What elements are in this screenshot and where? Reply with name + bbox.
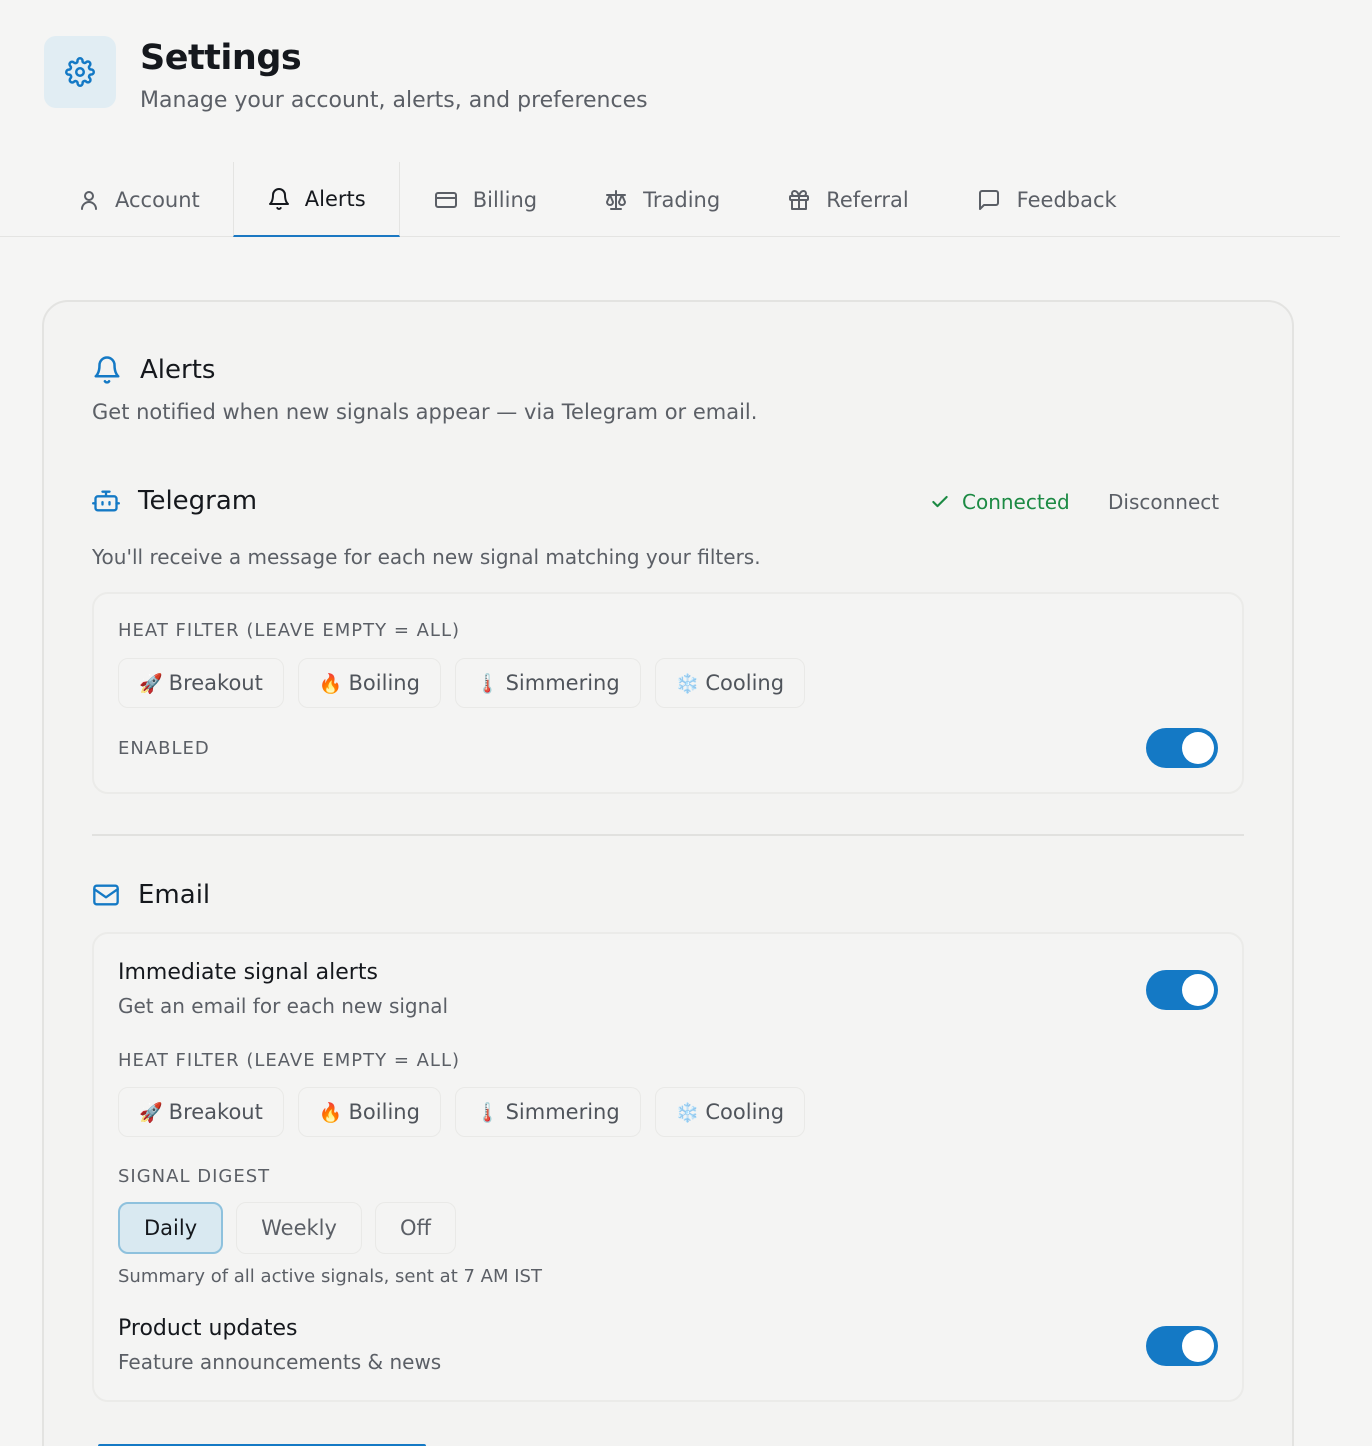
connected-status: Connected — [930, 490, 1070, 514]
tab-label: Billing — [472, 187, 538, 212]
page-title: Settings — [140, 38, 302, 78]
email-heading: Email — [92, 880, 210, 910]
snowflake-icon: ❄️ — [675, 672, 700, 695]
digest-weekly-button[interactable]: Weekly — [236, 1202, 362, 1254]
tab-billing[interactable]: Billing — [400, 162, 570, 237]
connected-label: Connected — [962, 490, 1070, 514]
bell-icon — [268, 187, 289, 210]
chip-simmering[interactable]: 🌡️ Simmering — [454, 1087, 641, 1137]
chip-label: Boiling — [348, 671, 420, 695]
telegram-title: Telegram — [138, 486, 258, 516]
alerts-description: Get notified when new signals appear — v… — [92, 400, 758, 424]
telegram-enabled-toggle[interactable] — [1146, 728, 1218, 768]
digest-note: Summary of all active signals, sent at 7… — [118, 1266, 542, 1287]
section-divider — [92, 834, 1244, 836]
alerts-card: Alerts Get notified when new signals app… — [42, 300, 1294, 1446]
product-updates-sub: Feature announcements & news — [118, 1350, 442, 1374]
thermometer-icon: 🌡️ — [475, 1101, 500, 1124]
digest-daily-button[interactable]: Daily — [118, 1202, 224, 1254]
telegram-description: You'll receive a message for each new si… — [92, 545, 761, 569]
email-title: Email — [138, 880, 211, 910]
immediate-alerts-sub: Get an email for each new signal — [118, 994, 449, 1018]
chip-breakout[interactable]: 🚀 Breakout — [118, 1087, 284, 1137]
chip-breakout[interactable]: 🚀 Breakout — [118, 658, 284, 708]
user-icon — [81, 190, 97, 210]
toggle-knob — [1182, 1330, 1214, 1362]
digest-selector: Daily Weekly Off — [118, 1202, 469, 1254]
chip-label: Boiling — [348, 1100, 420, 1124]
chip-label: Cooling — [705, 1100, 785, 1124]
chip-label: Breakout — [168, 1100, 263, 1124]
heat-filter-label: HEAT FILTER (LEAVE EMPTY = ALL) — [118, 620, 461, 641]
settings-tabs: Account Alerts Billing Trading Referral … — [0, 162, 1340, 237]
tab-referral[interactable]: Referral — [753, 162, 941, 237]
product-updates-toggle[interactable] — [1146, 1326, 1218, 1366]
gift-icon — [789, 189, 810, 210]
immediate-alerts-toggle[interactable] — [1146, 970, 1218, 1010]
chip-simmering[interactable]: 🌡️ Simmering — [454, 658, 641, 708]
fire-icon: 🔥 — [318, 672, 343, 695]
mail-icon — [93, 884, 119, 906]
chip-label: Cooling — [705, 671, 785, 695]
toggle-knob — [1182, 974, 1214, 1006]
toggle-knob — [1182, 732, 1214, 764]
product-updates-title: Product updates — [118, 1316, 298, 1341]
alerts-title: Alerts — [140, 355, 216, 385]
chip-boiling[interactable]: 🔥 Boiling — [297, 1087, 441, 1137]
chip-label: Breakout — [168, 671, 263, 695]
tab-label: Referral — [826, 187, 909, 212]
email-panel: Immediate signal alerts Get an email for… — [92, 932, 1244, 1402]
disconnect-button[interactable]: Disconnect — [1108, 490, 1219, 514]
tab-label: Feedback — [1016, 187, 1117, 212]
chip-label: Simmering — [505, 671, 620, 695]
message-square-icon — [978, 189, 999, 210]
gear-icon — [44, 36, 116, 108]
page-subtitle: Manage your account, alerts, and prefere… — [140, 88, 648, 113]
heat-filter-label: HEAT FILTER (LEAVE EMPTY = ALL) — [118, 1050, 461, 1071]
chip-cooling[interactable]: ❄️ Cooling — [654, 1087, 806, 1137]
immediate-alerts-title: Immediate signal alerts — [118, 960, 378, 985]
telegram-heading: Telegram — [92, 486, 257, 516]
rocket-icon: 🚀 — [139, 1101, 163, 1124]
snowflake-icon: ❄️ — [675, 1101, 700, 1124]
chip-label: Simmering — [505, 1100, 620, 1124]
fire-icon: 🔥 — [318, 1101, 343, 1124]
tab-account[interactable]: Account — [44, 162, 233, 237]
check-icon — [932, 495, 948, 508]
digest-off-button[interactable]: Off — [374, 1202, 456, 1254]
bot-icon — [92, 490, 120, 512]
tab-label: Trading — [643, 187, 721, 212]
tab-label: Account — [115, 187, 200, 212]
tab-alerts[interactable]: Alerts — [232, 162, 400, 237]
tab-trading[interactable]: Trading — [570, 162, 753, 237]
scale-icon — [606, 189, 627, 210]
tab-label: Alerts — [304, 186, 366, 211]
page-header: Settings Manage your account, alerts, an… — [44, 36, 648, 113]
tab-feedback[interactable]: Feedback — [942, 162, 1150, 237]
signal-digest-label: SIGNAL DIGEST — [118, 1166, 271, 1187]
thermometer-icon: 🌡️ — [475, 672, 500, 695]
chip-cooling[interactable]: ❄️ Cooling — [654, 658, 806, 708]
telegram-heat-chips: 🚀 Breakout 🔥 Boiling 🌡️ Simmering ❄️ Cooling — [118, 658, 819, 708]
alerts-heading: Alerts — [92, 354, 215, 386]
bell-icon — [94, 356, 120, 384]
chip-boiling[interactable]: 🔥 Boiling — [297, 658, 441, 708]
credit-card-icon — [434, 191, 457, 208]
telegram-panel: HEAT FILTER (LEAVE EMPTY = ALL) 🚀 Breakou… — [92, 592, 1244, 794]
email-heat-chips: 🚀 Breakout 🔥 Boiling 🌡️ Simmering ❄️ Cooling — [118, 1087, 819, 1137]
rocket-icon: 🚀 — [139, 672, 163, 695]
enabled-label: ENABLED — [118, 738, 210, 759]
